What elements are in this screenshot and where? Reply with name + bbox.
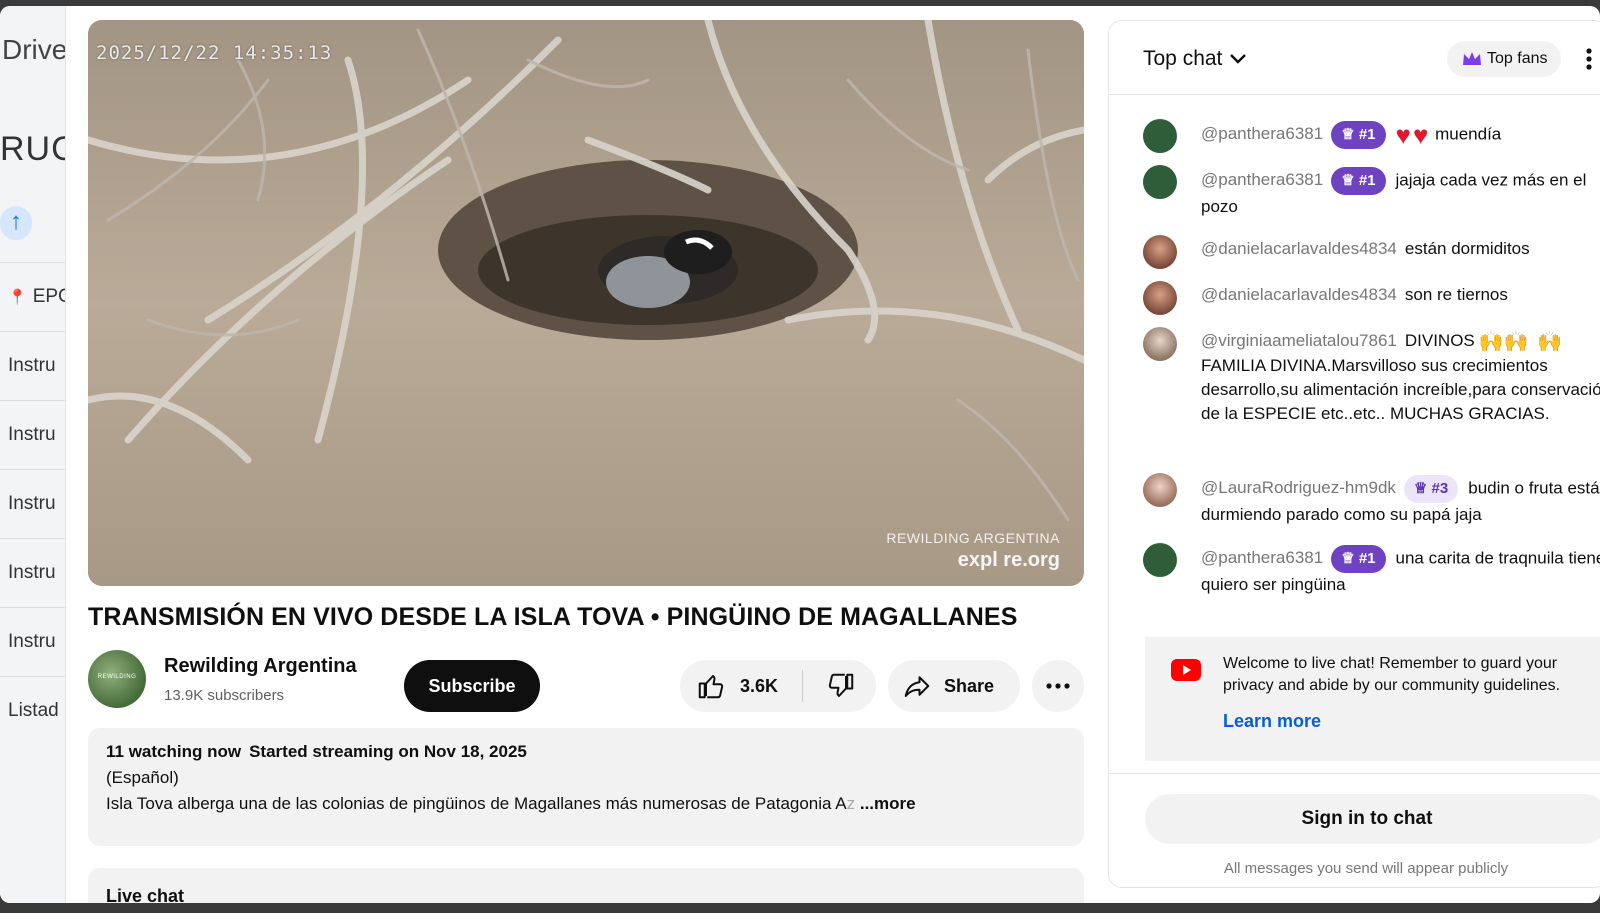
- chat-author: @danielacarlavaldes4834: [1201, 285, 1397, 304]
- live-chat-section[interactable]: Live chat: [88, 868, 1084, 903]
- channel-row: REWILDING Rewilding Argentina 13.9K subs…: [88, 650, 1084, 712]
- drive-list-item[interactable]: Instru: [0, 538, 65, 607]
- stream-start-date: Started streaming on Nov 18, 2025: [249, 742, 527, 761]
- thumbs-up-icon: [698, 675, 724, 699]
- show-more-link[interactable]: ...more: [855, 794, 916, 813]
- description-text: Isla Tova alberga una de las colonias de…: [106, 794, 916, 813]
- chat-text: muendía: [1435, 124, 1502, 144]
- crown-rank-badge: ♕ #1: [1331, 545, 1386, 573]
- chat-message-list[interactable]: @panthera6381 ♕ #1 ♥♥ muendía @panthera638…: [1109, 95, 1600, 615]
- sign-in-to-chat-button[interactable]: Sign in to chat: [1145, 794, 1600, 844]
- avatar: [1143, 281, 1177, 315]
- avatar: [1143, 327, 1177, 361]
- drive-list-item[interactable]: Instru: [0, 331, 65, 400]
- drive-list-item[interactable]: Listad: [0, 676, 65, 745]
- dislike-button[interactable]: [814, 660, 868, 712]
- raised-hands-emoji-icon: 🙌: [1537, 330, 1563, 353]
- drive-list-item[interactable]: Instru: [0, 400, 65, 469]
- channel-avatar[interactable]: REWILDING: [88, 650, 146, 708]
- video-frame-image: [88, 20, 1084, 586]
- drive-background-panel: Drive RUCT ↑ 📍EPC Instru Instru Instru I…: [0, 6, 66, 903]
- share-arrow-icon: [904, 676, 930, 697]
- like-dislike-group: 3.6K: [680, 660, 876, 712]
- chat-text: son re tiernos: [1404, 285, 1508, 304]
- subscribe-button[interactable]: Subscribe: [404, 660, 540, 712]
- drive-list-item[interactable]: 📍EPC: [0, 262, 65, 331]
- map-pin-icon: 📍: [8, 289, 27, 306]
- drive-list-item[interactable]: Instru: [0, 607, 65, 676]
- live-chat-panel: Top chat Top fans @panthera6381 ♕ #1 ♥♥ mu…: [1108, 20, 1600, 888]
- description-language: (Español): [106, 768, 179, 787]
- subscriber-count: 13.9K subscribers: [164, 687, 285, 704]
- heart-emoji-icon: ♥: [1395, 120, 1411, 150]
- video-watermark-url: expl re.org: [957, 549, 1060, 571]
- chevron-down-icon: [1230, 54, 1247, 64]
- youtube-logo-icon: [1171, 659, 1201, 681]
- video-description[interactable]: 11 watching now Started streaming on Nov …: [88, 728, 1084, 846]
- heart-emoji-icon: ♥: [1412, 120, 1429, 150]
- chat-author: @panthera6381: [1201, 548, 1324, 568]
- avatar: [1143, 119, 1177, 153]
- more-vertical-icon[interactable]: [1585, 47, 1593, 71]
- chat-author: @LauraRodriguez-hm9dk: [1201, 478, 1396, 498]
- channel-name[interactable]: Rewilding Argentina: [164, 655, 357, 678]
- chat-text-prefix: DIVINOS: [1404, 331, 1475, 350]
- avatar: [1143, 543, 1177, 577]
- chat-welcome-banner: Welcome to live chat! Remember to guard …: [1145, 637, 1600, 761]
- public-messages-note: All messages you send will appear public…: [1223, 860, 1509, 877]
- chat-author: @panthera6381: [1201, 170, 1324, 190]
- chat-author: @virginiaameliatalou7861: [1201, 331, 1397, 350]
- chat-text: FAMILIA DIVINA.Marsvilloso sus crecimien…: [1201, 355, 1600, 423]
- arrow-up-icon[interactable]: ↑: [0, 206, 32, 240]
- video-player[interactable]: 2025/12/22 14:35:13 REWILDING ARGENTINA …: [88, 20, 1084, 586]
- raised-hands-emoji-icon: 🙌🙌: [1478, 330, 1529, 353]
- chat-header: Top chat Top fans: [1109, 21, 1600, 95]
- crown-rank-badge: ♕ #3: [1403, 475, 1459, 503]
- crown-rank-badge: ♕ #1: [1331, 121, 1386, 149]
- chat-text: están dormiditos: [1404, 239, 1530, 258]
- top-fans-button[interactable]: Top fans: [1447, 41, 1562, 77]
- drive-list-item[interactable]: Instru: [0, 469, 65, 538]
- avatar: [1143, 473, 1177, 507]
- learn-more-link[interactable]: Learn more: [1223, 711, 1593, 732]
- crown-icon: [1463, 52, 1481, 65]
- more-horizontal-icon: [1046, 683, 1070, 689]
- share-button[interactable]: Share: [888, 660, 1020, 712]
- drive-heading: RUCT: [0, 130, 65, 168]
- video-title: TRANSMISIÓN EN VIVO DESDE LA ISLA TOVA •…: [88, 603, 1018, 631]
- drive-file-list: 📍EPC Instru Instru Instru Instru Instru …: [0, 262, 65, 745]
- top-chat-dropdown[interactable]: Top chat: [1143, 47, 1248, 71]
- chat-author: @panthera6381: [1201, 124, 1324, 144]
- avatar: [1143, 165, 1177, 199]
- more-actions-button[interactable]: [1032, 660, 1084, 712]
- video-watermark: REWILDING ARGENTINA: [886, 530, 1060, 546]
- drive-title: Drive: [2, 34, 66, 65]
- watching-count: 11 watching now: [106, 742, 242, 761]
- like-button[interactable]: 3.6K: [680, 660, 800, 712]
- thumbs-down-icon: [828, 673, 854, 697]
- like-divider: [802, 670, 803, 702]
- chat-author: @danielacarlavaldes4834: [1201, 239, 1397, 258]
- like-count: 3.6K: [740, 675, 779, 696]
- share-label: Share: [944, 675, 995, 696]
- chat-footer: Sign in to chat All messages you send wi…: [1109, 773, 1600, 887]
- video-timestamp: 2025/12/22 14:35:13: [96, 42, 333, 64]
- welcome-text: Welcome to live chat! Remember to guard …: [1223, 655, 1561, 694]
- description-meta: 11 watching now Started streaming on Nov …: [106, 742, 1066, 762]
- avatar: [1143, 235, 1177, 269]
- browser-frame: Drive RUCT ↑ 📍EPC Instru Instru Instru I…: [0, 6, 1600, 903]
- crown-rank-badge: ♕ #1: [1331, 167, 1386, 195]
